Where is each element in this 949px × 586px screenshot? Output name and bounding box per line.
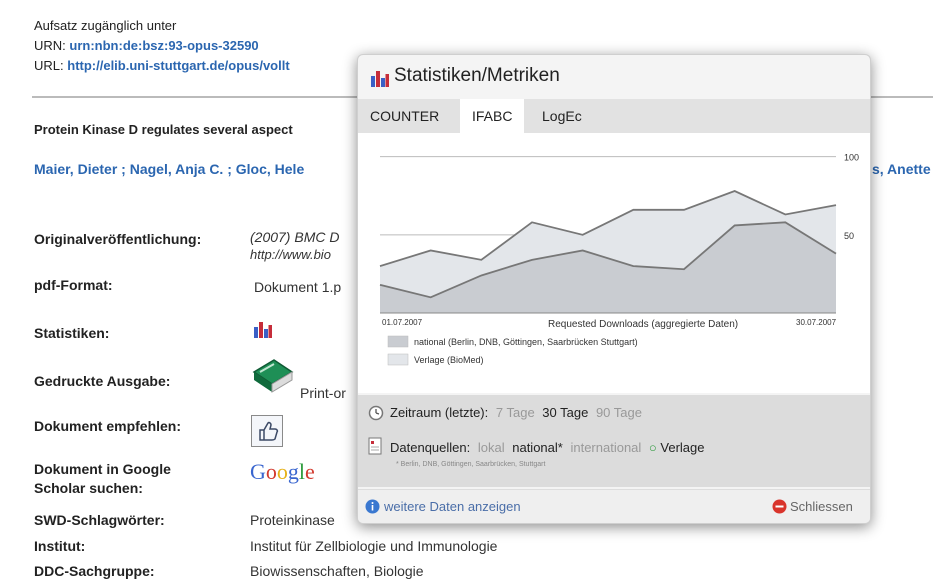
article-authors-tail[interactable]: s, Anette	[872, 161, 931, 177]
source-lokal[interactable]: lokal	[478, 440, 505, 455]
close-icon[interactable]	[772, 499, 787, 519]
statistics-chart-icon[interactable]	[253, 319, 273, 344]
legend-swatch	[387, 335, 409, 348]
row-label-recommend: Dokument empfehlen:	[34, 418, 182, 434]
tab-ifabc[interactable]: IFABC	[460, 99, 525, 133]
row-label-ddc: DDC-Sachgruppe:	[34, 563, 155, 579]
datenquellen-label: Datenquellen:	[390, 440, 471, 455]
info-icon	[365, 499, 380, 519]
row-label-pdf: pdf-Format:	[34, 277, 113, 293]
urn-link[interactable]: urn:nbn:de:bsz:93-opus-32590	[69, 38, 258, 53]
filter-controls: Zeitraum (letzte): 7 Tage 30 Tage 90 Tag…	[358, 395, 870, 487]
verlage-bullet-icon: ○	[648, 440, 657, 455]
row-label-original: Originalveröffentlichung:	[34, 231, 202, 247]
legend-label: Verlage (BioMed)	[414, 355, 484, 365]
more-data-link[interactable]: weitere Daten anzeigen	[384, 499, 521, 514]
datenquellen-row: Datenquellen: lokal national* internatio…	[390, 440, 705, 455]
statistics-popup: Statistiken/Metriken COUNTER IFABC LogEc…	[357, 54, 871, 524]
row-label-print: Gedruckte Ausgabe:	[34, 373, 171, 389]
url-line: URL: http://elib.uni-stuttgart.de/opus/v…	[34, 58, 290, 73]
row-value-institute: Institut für Zellbiologie und Immunologi…	[250, 538, 498, 554]
print-link[interactable]: Print-or	[300, 385, 346, 401]
zeitraum-90-tage[interactable]: 90 Tage	[596, 405, 642, 420]
legend-swatch	[387, 353, 409, 366]
zeitraum-row: Zeitraum (letzte): 7 Tage 30 Tage 90 Tag…	[390, 405, 642, 420]
google-logo[interactable]: Google	[250, 459, 315, 485]
close-link[interactable]: Schliessen	[790, 499, 853, 514]
popup-bottom-bar: weitere Daten anzeigen Schliessen	[358, 489, 870, 523]
chart-area: 50 100 01.07.2007 30.07.2007 Requested Downl…	[358, 133, 870, 393]
clock-icon	[368, 405, 384, 426]
row-label-statistics: Statistiken:	[34, 325, 110, 341]
url-label: URL:	[34, 58, 64, 73]
urn-label: URN:	[34, 38, 66, 53]
x-start-label: 01.07.2007	[382, 318, 423, 327]
document-icon	[368, 437, 382, 460]
row-value-original-url[interactable]: http://www.bio	[250, 247, 331, 262]
row-label-google-2: Scholar suchen:	[34, 480, 143, 496]
statistics-chart-icon	[370, 69, 390, 92]
row-value-original: (2007) BMC D	[250, 229, 340, 245]
print-book-icon[interactable]	[250, 358, 294, 399]
article-authors[interactable]: Maier, Dieter ; Nagel, Anja C. ; Gloc, H…	[34, 161, 304, 177]
article-page: Aufsatz zugänglich unter URN: urn:nbn:de…	[0, 0, 949, 586]
source-international[interactable]: international	[570, 440, 641, 455]
zeitraum-7-tage[interactable]: 7 Tage	[496, 405, 535, 420]
datenquellen-note: * Berlin, DNB, Göttingen, Saarbrücken, S…	[396, 461, 546, 468]
urn-line: URN: urn:nbn:de:bsz:93-opus-32590	[34, 38, 259, 53]
thumbs-up-icon[interactable]	[251, 415, 283, 447]
legend-label: national (Berlin, DNB, Göttingen, Saarbr…	[414, 337, 638, 347]
popup-title: Statistiken/Metriken	[394, 65, 560, 86]
row-value-ddc: Biowissenschaften, Biologie	[250, 563, 424, 579]
y-tick-label: 100	[844, 153, 859, 163]
row-label-google: Dokument in Google	[34, 461, 171, 477]
source-national[interactable]: national*	[512, 440, 563, 455]
article-title: Protein Kinase D regulates several aspec…	[34, 122, 293, 137]
row-label-institute: Institut:	[34, 538, 86, 554]
tab-logec[interactable]: LogEc	[530, 99, 594, 133]
x-axis-label: Requested Downloads (aggregierte Daten)	[548, 319, 738, 330]
pdf-document-link[interactable]: Dokument 1.p	[254, 279, 341, 295]
downloads-chart: 50 100 01.07.2007 30.07.2007 Requested Downl…	[379, 153, 859, 366]
url-link[interactable]: http://elib.uni-stuttgart.de/opus/vollt	[67, 58, 289, 73]
tab-counter[interactable]: COUNTER	[358, 99, 451, 133]
row-value-swd: Proteinkinase	[250, 512, 335, 528]
y-tick-label: 50	[844, 231, 854, 241]
row-label-swd: SWD-Schlagwörter:	[34, 512, 165, 528]
zeitraum-30-tage[interactable]: 30 Tage	[542, 405, 588, 420]
zeitraum-label: Zeitraum (letzte):	[390, 405, 489, 420]
source-verlage[interactable]: Verlage	[660, 440, 704, 455]
access-intro: Aufsatz zugänglich unter	[34, 18, 177, 33]
x-end-label: 30.07.2007	[796, 318, 837, 327]
popup-tabs: COUNTER IFABC LogEc	[358, 99, 870, 133]
